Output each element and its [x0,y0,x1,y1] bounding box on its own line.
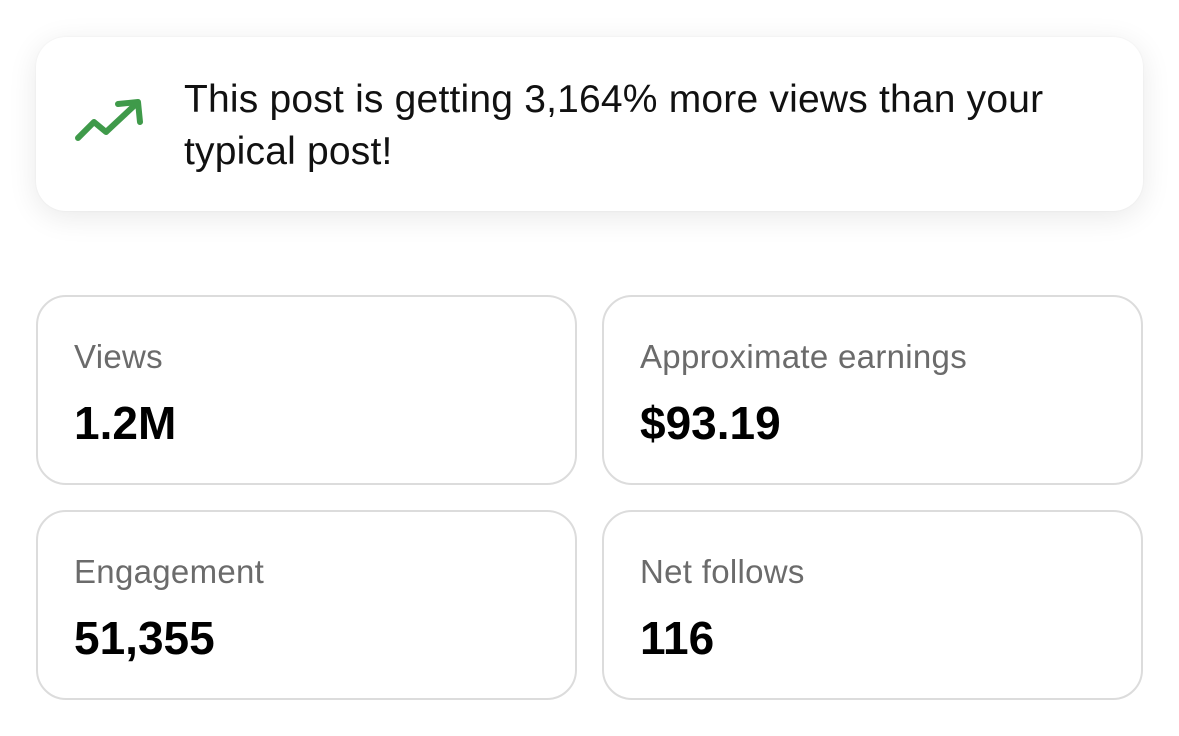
stat-label: Engagement [74,553,265,590]
engagement-stat-card[interactable]: Engagement 51,355 [36,510,577,700]
stat-label: Views [74,338,163,375]
post-insights-page: This post is getting 3,164% more views t… [0,0,1179,736]
stat-value: $93.19 [640,397,781,449]
stat-label: Approximate earnings [640,338,968,375]
views-stat-card[interactable]: Views 1.2M [36,295,577,485]
stat-value: 116 [640,612,715,664]
stat-value: 1.2M [74,397,177,449]
stat-label: Net follows [640,553,805,590]
net-follows-stat-card[interactable]: Net follows 116 [602,510,1143,700]
trending-up-icon [75,99,143,141]
stat-value: 51,355 [74,612,215,664]
earnings-stat-card[interactable]: Approximate earnings $93.19 [602,295,1143,485]
performance-message: This post is getting 3,164% more views t… [184,78,1044,173]
